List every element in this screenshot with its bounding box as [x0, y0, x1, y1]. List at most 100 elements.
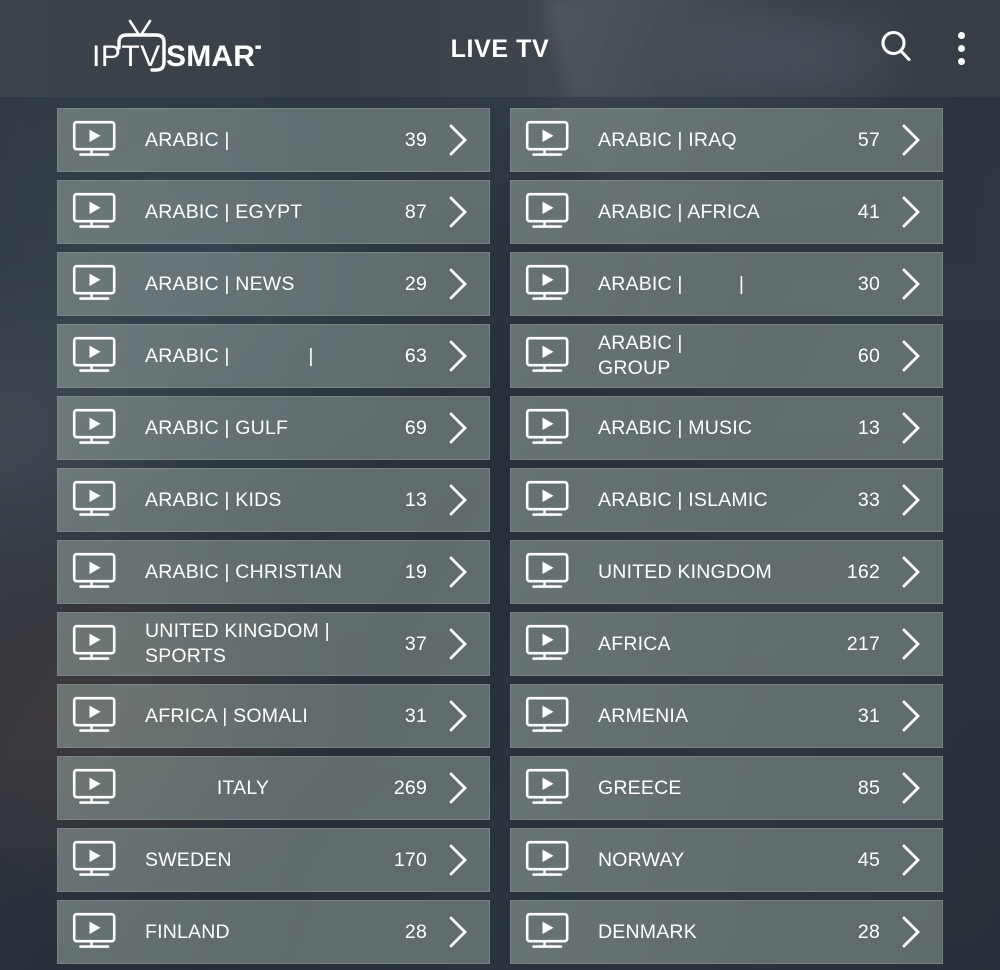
category-row[interactable]: ARABIC | AFRICA 41	[510, 180, 943, 244]
channel-count: 41	[857, 200, 880, 223]
channel-count: 269	[393, 776, 427, 799]
category-row[interactable]: ARABIC | IRAQ 57	[510, 108, 943, 172]
category-row[interactable]: SWEDEN 170	[57, 828, 490, 892]
category-name: UNITED KINGDOM | SPORTS	[145, 620, 330, 667]
category-row[interactable]: ARMENIA 31	[510, 684, 943, 748]
channel-count: 33	[857, 488, 880, 511]
category-row[interactable]: ARABIC | | 63	[57, 324, 490, 388]
category-row[interactable]: ARABIC | GULF 69	[57, 396, 490, 460]
tv-play-icon	[72, 552, 119, 592]
channel-count: 60	[857, 344, 880, 367]
category-row[interactable]: ITALY 269	[57, 756, 490, 820]
channel-count: 31	[404, 704, 427, 727]
category-name: ARABIC |	[145, 128, 230, 151]
channel-count: 37	[404, 632, 427, 655]
search-icon	[876, 26, 916, 71]
category-row[interactable]: ARABIC | GROUP 60	[510, 324, 943, 388]
category-row[interactable]: ARABIC | MUSIC 13	[510, 396, 943, 460]
channel-count: 30	[857, 272, 880, 295]
chevron-right-icon[interactable]	[880, 337, 942, 375]
chevron-right-icon[interactable]	[427, 769, 489, 807]
category-name: ARABIC | IRAQ	[598, 128, 737, 151]
category-row[interactable]: GREECE 85	[510, 756, 943, 820]
chevron-right-icon[interactable]	[880, 409, 942, 447]
category-row[interactable]: ARABIC | NEWS 29	[57, 252, 490, 316]
chevron-right-icon[interactable]	[427, 913, 489, 951]
tv-play-icon	[525, 768, 572, 808]
tv-play-icon	[525, 912, 572, 952]
category-name: FINLAND	[145, 920, 230, 943]
category-name: ARABIC | AFRICA	[598, 200, 760, 223]
category-row[interactable]: DENMARK 28	[510, 900, 943, 964]
tv-play-icon	[72, 768, 119, 808]
channel-count: 39	[404, 128, 427, 151]
channel-count: 170	[393, 848, 427, 871]
tv-play-icon	[72, 912, 119, 952]
tv-play-icon	[525, 480, 572, 520]
chevron-right-icon[interactable]	[880, 625, 942, 663]
channel-count: 13	[404, 488, 427, 511]
category-name: ARABIC | |	[598, 272, 745, 295]
channel-count: 57	[857, 128, 880, 151]
tv-play-icon	[525, 696, 572, 736]
category-name: GREECE	[598, 776, 682, 799]
tv-play-icon	[72, 840, 119, 880]
header-actions	[872, 0, 978, 97]
category-name: AFRICA	[598, 632, 671, 655]
channel-count: 63	[404, 344, 427, 367]
chevron-right-icon[interactable]	[880, 913, 942, 951]
channel-count: 162	[846, 560, 880, 583]
kebab-menu-icon	[957, 58, 965, 65]
chevron-right-icon[interactable]	[880, 265, 942, 303]
chevron-right-icon[interactable]	[880, 553, 942, 591]
tv-play-icon	[525, 264, 572, 304]
chevron-right-icon[interactable]	[427, 337, 489, 375]
category-row[interactable]: ARABIC | ISLAMIC 33	[510, 468, 943, 532]
chevron-right-icon[interactable]	[880, 121, 942, 159]
category-name: SWEDEN	[145, 848, 232, 871]
tv-play-icon	[72, 624, 119, 664]
chevron-right-icon[interactable]	[427, 409, 489, 447]
overflow-menu-button[interactable]	[944, 25, 978, 73]
chevron-right-icon[interactable]	[880, 481, 942, 519]
chevron-right-icon[interactable]	[427, 553, 489, 591]
chevron-right-icon[interactable]	[427, 193, 489, 231]
tv-play-icon	[525, 840, 572, 880]
category-name: UNITED KINGDOM	[598, 560, 772, 583]
category-row[interactable]: UNITED KINGDOM | SPORTS 37	[57, 612, 490, 676]
category-name: NORWAY	[598, 848, 685, 871]
channel-count: 69	[404, 416, 427, 439]
app-header: IPTV SMARTERS LIVE TV	[0, 0, 1000, 97]
category-row[interactable]: FINLAND 28	[57, 900, 490, 964]
category-name: ARABIC | EGYPT	[145, 200, 303, 223]
category-row[interactable]: ARABIC | KIDS 13	[57, 468, 490, 532]
chevron-right-icon[interactable]	[427, 121, 489, 159]
chevron-right-icon[interactable]	[427, 481, 489, 519]
tv-play-icon	[72, 264, 119, 304]
tv-play-icon	[525, 336, 572, 376]
category-name: ARABIC | NEWS	[145, 272, 295, 295]
chevron-right-icon[interactable]	[427, 841, 489, 879]
tv-play-icon	[72, 192, 119, 232]
category-row[interactable]: NORWAY 45	[510, 828, 943, 892]
chevron-right-icon[interactable]	[880, 193, 942, 231]
chevron-right-icon[interactable]	[880, 841, 942, 879]
chevron-right-icon[interactable]	[880, 769, 942, 807]
chevron-right-icon[interactable]	[427, 625, 489, 663]
chevron-right-icon[interactable]	[427, 697, 489, 735]
category-row[interactable]: ARABIC | 39	[57, 108, 490, 172]
category-row[interactable]: ARABIC | | 30	[510, 252, 943, 316]
category-row[interactable]: ARABIC | CHRISTIAN 19	[57, 540, 490, 604]
category-name: ARABIC | KIDS	[145, 488, 282, 511]
search-button[interactable]	[872, 25, 920, 73]
live-tv-screen: IPTV SMARTERS LIVE TV	[0, 0, 1000, 970]
category-name: ARABIC | MUSIC	[598, 416, 753, 439]
category-row[interactable]: ARABIC | EGYPT 87	[57, 180, 490, 244]
category-row[interactable]: UNITED KINGDOM 162	[510, 540, 943, 604]
tv-play-icon	[525, 624, 572, 664]
channel-count: 217	[846, 632, 880, 655]
category-row[interactable]: AFRICA | SOMALI 31	[57, 684, 490, 748]
chevron-right-icon[interactable]	[880, 697, 942, 735]
chevron-right-icon[interactable]	[427, 265, 489, 303]
category-row[interactable]: AFRICA 217	[510, 612, 943, 676]
